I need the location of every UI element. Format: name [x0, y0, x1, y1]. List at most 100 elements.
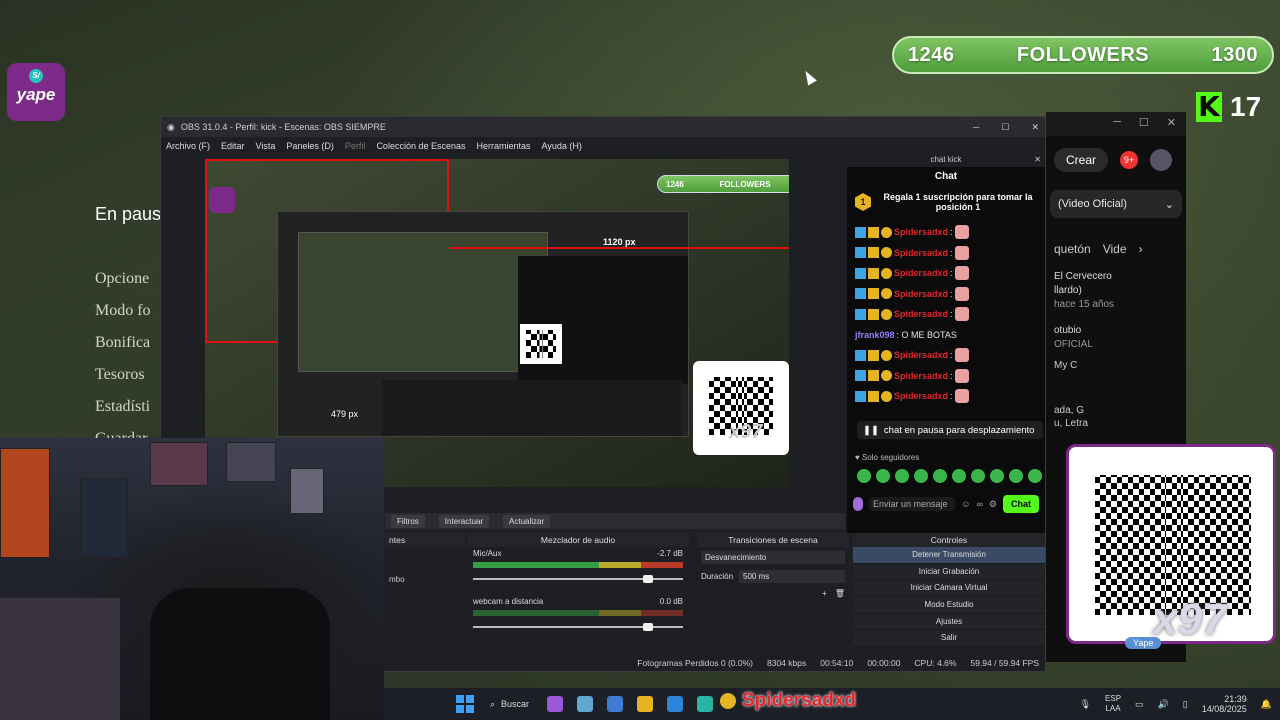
minimize-icon[interactable]: ─ [973, 122, 979, 132]
poster [150, 442, 208, 486]
duration-label: Duración [701, 572, 734, 581]
store-icon[interactable] [667, 696, 684, 712]
chat-input[interactable]: Enviar un mensaje [869, 497, 956, 511]
volume-meter [473, 610, 683, 616]
menu-editar[interactable]: Editar [221, 141, 245, 151]
avatar[interactable] [1150, 149, 1173, 171]
user-badge-icon [868, 349, 879, 361]
video-card[interactable]: (Video Oficial) ⌄ [1050, 190, 1182, 218]
recommendation[interactable]: El Cervecero llardo) hace 15 años [1046, 262, 1186, 320]
pause-item[interactable]: Modo fo [95, 295, 161, 327]
user-badge-icon [881, 288, 892, 300]
menu-herramientas[interactable]: Herramientas [477, 141, 531, 151]
pause-text: chat en pausa para desplazamiento [883, 424, 1035, 436]
stop-stream-button[interactable]: Detener Transmisión [853, 547, 1045, 564]
create-button[interactable]: Crear [1054, 148, 1109, 172]
emote[interactable] [933, 469, 947, 483]
volume-slider[interactable] [473, 623, 683, 631]
duration-row: Duración 500 ms [701, 570, 845, 583]
exit-button[interactable]: Salir [853, 630, 1045, 648]
emote [954, 348, 969, 363]
studio-mode-button[interactable]: Modo Estudio [853, 597, 1045, 614]
edge-icon[interactable] [697, 696, 714, 712]
settings-button[interactable]: Ajustes [853, 613, 1045, 631]
clock-time: 21:39 [1224, 694, 1247, 704]
chat-pause-notice[interactable]: ❚❚ chat en pausa para desplazamiento [857, 421, 1043, 439]
follower-alert: Spidersadxd [720, 690, 856, 712]
chat-username[interactable]: Spidersadxd [894, 371, 948, 381]
menu-ayuda[interactable]: Ayuda (H) [542, 141, 582, 151]
emote[interactable] [1009, 469, 1023, 483]
battery-icon[interactable]: ▯ [1183, 699, 1188, 710]
mic-icon[interactable]: 🎙 [1080, 699, 1091, 710]
source-item[interactable]: mbo [389, 575, 461, 584]
notifications-icon[interactable]: 9+ [1120, 151, 1139, 169]
mic-icon[interactable] [853, 497, 863, 511]
menu-archivo[interactable]: Archivo (F) [166, 141, 210, 151]
emote[interactable] [876, 469, 890, 483]
trash-icon[interactable]: 🗑 [835, 589, 845, 598]
copilot-icon[interactable] [547, 696, 564, 712]
transition-select[interactable]: Desvanecimiento [701, 551, 845, 564]
chip[interactable]: quetón [1054, 242, 1091, 256]
volume-slider[interactable] [473, 575, 683, 583]
emote[interactable] [914, 469, 928, 483]
pause-item[interactable]: Estadísti [95, 391, 161, 423]
chat-username[interactable]: Spidersadxd [894, 289, 948, 299]
app-icon[interactable] [607, 696, 624, 712]
send-chat-button[interactable]: Chat [1003, 495, 1039, 513]
emote[interactable] [1028, 469, 1042, 483]
menu-vista[interactable]: Vista [256, 141, 276, 151]
language-indicator[interactable]: ESP LAA [1105, 694, 1121, 714]
chat-username[interactable]: Spidersadxd [894, 350, 948, 360]
pause-item[interactable]: Tesoros [95, 359, 161, 391]
folder-icon[interactable] [637, 696, 654, 712]
user-badge-icon [855, 349, 866, 361]
kick-icon [720, 693, 736, 709]
chat-username[interactable]: Spidersadxd [894, 227, 948, 237]
start-virtual-camera-button[interactable]: Iniciar Cámara Virtual [853, 580, 1045, 598]
clock[interactable]: 21:39 14/08/2025 [1202, 694, 1247, 714]
chat-username[interactable]: Spidersadxd [894, 248, 948, 258]
emote[interactable] [971, 469, 985, 483]
close-icon[interactable]: ✕ [1031, 122, 1039, 133]
transitions-panel: Desvanecimiento Duración 500 ms + 🗑 [697, 547, 849, 647]
chat-username[interactable]: Spidersadxd [894, 268, 948, 278]
chip[interactable]: Vide [1103, 242, 1127, 256]
emoji-icon[interactable]: ☺ [961, 499, 970, 509]
chat-username[interactable]: jfrank098 [855, 330, 895, 340]
menu-coleccion[interactable]: Colección de Escenas [376, 141, 465, 151]
windows-start-icon[interactable] [456, 695, 474, 713]
chat-username[interactable]: Spidersadxd [894, 309, 948, 319]
chevron-right-icon[interactable]: › [1139, 242, 1143, 256]
emote[interactable] [895, 469, 909, 483]
app-icon[interactable] [577, 696, 594, 712]
pause-item[interactable]: Opcione [95, 263, 161, 295]
mixer-channel: webcam a distancia 0.0 dB [467, 595, 689, 643]
gear-icon[interactable]: ⚙ [989, 499, 997, 510]
yape-badge: S/ [29, 69, 43, 83]
emote[interactable] [952, 469, 966, 483]
start-recording-button[interactable]: Iniciar Grabación [853, 563, 1045, 581]
menu-paneles[interactable]: Paneles (D) [286, 141, 334, 151]
duration-input[interactable]: 500 ms [739, 570, 845, 583]
interact-button[interactable]: Interactuar [438, 514, 490, 528]
taskbar-search[interactable]: ⌕ Buscar [490, 699, 529, 710]
chevron-down-icon[interactable]: ⌄ [1165, 198, 1174, 211]
close-icon[interactable]: ✕ [1034, 153, 1041, 167]
notification-bell-icon[interactable]: 🔔 [1261, 699, 1272, 710]
chat-username[interactable]: Spidersadxd [894, 391, 948, 401]
emote[interactable] [857, 469, 871, 483]
source-toolbar: Filtros Interactuar Actualizar [385, 513, 845, 529]
recommendation[interactable]: otubio OFICIAL [1046, 320, 1186, 356]
add-icon[interactable]: + [822, 589, 827, 598]
menu-perfil[interactable]: Perfil [345, 141, 366, 151]
volume-icon[interactable]: 🔊 [1158, 699, 1169, 710]
network-icon[interactable]: ▭ [1135, 699, 1144, 710]
link-icon[interactable]: ∞ [977, 499, 983, 509]
pause-item[interactable]: Bonifica [95, 327, 161, 359]
maximize-icon[interactable]: ☐ [1001, 122, 1009, 133]
filters-button[interactable]: Filtros [391, 514, 425, 528]
refresh-button[interactable]: Actualizar [503, 514, 551, 528]
emote[interactable] [990, 469, 1004, 483]
